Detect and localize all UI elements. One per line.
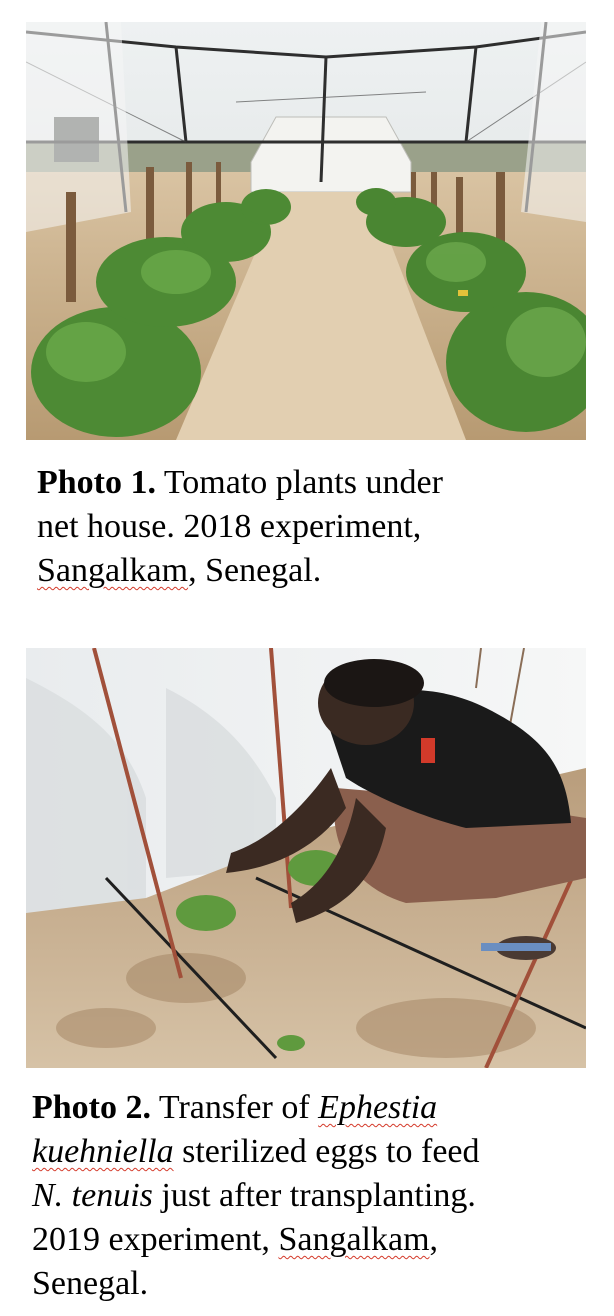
photo-tomato-net-house: [26, 22, 586, 440]
caption-text: 2019 experiment,: [32, 1221, 270, 1258]
predator-name: N. tenuis: [32, 1177, 153, 1214]
caption-line: N. tenuis just after transplanting.: [32, 1174, 480, 1218]
photo2-caption: Photo 2. Transfer of Ephestia kuehniella…: [32, 1086, 480, 1306]
caption-label: Photo 2.: [32, 1089, 151, 1126]
caption-line: kuehniella sterilized eggs to feed: [32, 1130, 480, 1174]
caption-comma: ,: [429, 1221, 439, 1258]
place-name: Sangalkam: [278, 1221, 430, 1258]
caption-text: just after transplanting.: [161, 1177, 476, 1214]
photo-egg-transfer: [26, 648, 586, 1068]
genus-name: Ephestia: [318, 1089, 438, 1126]
caption-text: sterilized eggs to feed: [182, 1133, 480, 1170]
caption-text: net house. 2018 experiment,: [37, 508, 422, 545]
caption-line: 2019 experiment, Sangalkam,: [32, 1218, 480, 1262]
photo1-caption: Photo 1. Tomato plants under net house. …: [37, 461, 443, 593]
caption-line: Sangalkam, Senegal.: [37, 549, 443, 593]
species-name: kuehniella: [32, 1133, 174, 1170]
caption-text: , Senegal.: [188, 552, 322, 589]
caption-text: Transfer of: [158, 1089, 310, 1126]
caption-text: Tomato plants under: [163, 464, 443, 501]
caption-text: Senegal.: [32, 1265, 149, 1302]
caption-line: Photo 1. Tomato plants under: [37, 461, 443, 505]
place-name: Sangalkam: [37, 552, 189, 589]
caption-line: Photo 2. Transfer of Ephestia: [32, 1086, 480, 1130]
caption-label: Photo 1.: [37, 464, 156, 501]
